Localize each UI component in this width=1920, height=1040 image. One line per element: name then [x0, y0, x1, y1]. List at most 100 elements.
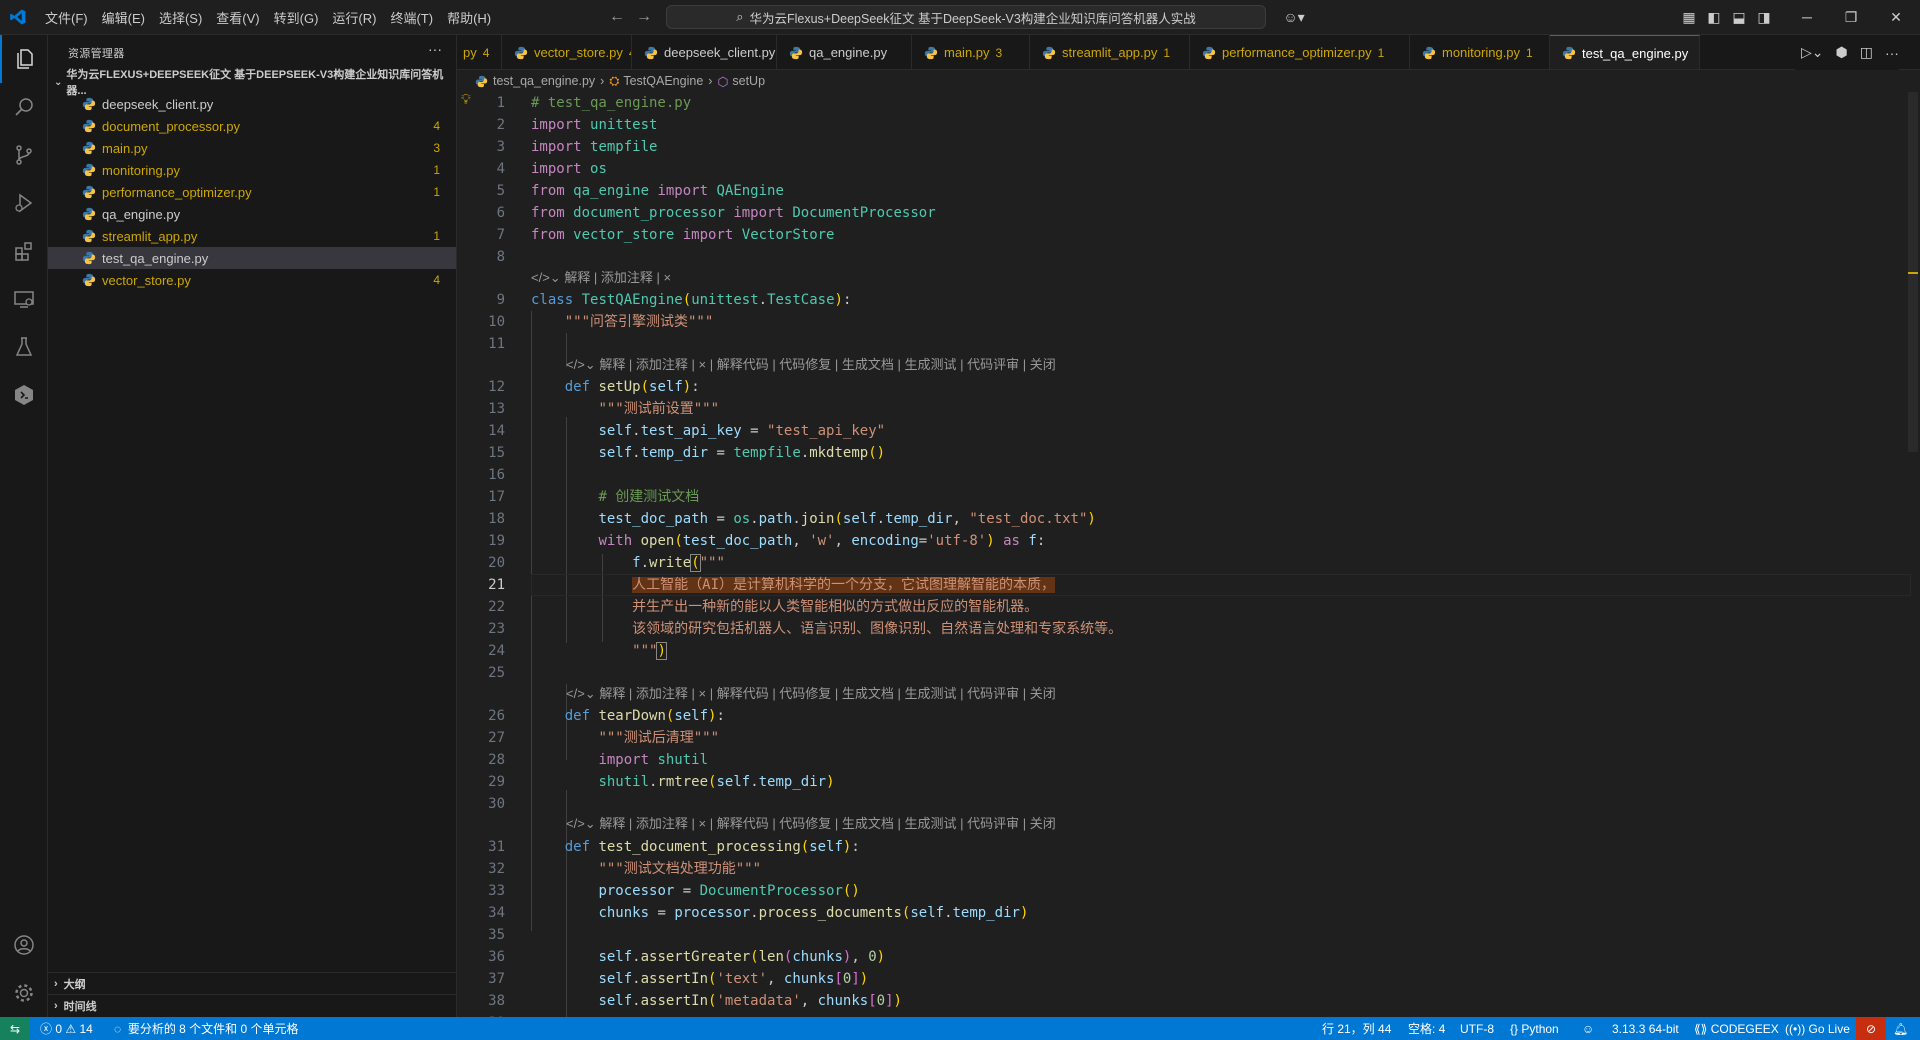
codelens-toggle-icon[interactable]: </>⌄: [566, 816, 599, 831]
tab-py[interactable]: py 4: [457, 35, 502, 69]
code-line[interactable]: 5 from qa_engine import QAEngine: [457, 180, 1897, 202]
breadcrumb-file[interactable]: test_qa_engine.py: [493, 74, 595, 88]
breadcrumb-class[interactable]: TestQAEngine: [623, 74, 703, 88]
code-line[interactable]: 29 shutil.rmtree(self.temp_dir): [457, 771, 1897, 793]
remote-explorer-icon[interactable]: [0, 275, 48, 323]
workspace-folder[interactable]: ⌄ 华为云FLEXUS+DEEPSEEK征文 基于DEEPSEEK-V3构建企业…: [48, 69, 457, 97]
file-item[interactable]: performance_optimizer.py 1: [48, 181, 456, 203]
codelens-toggle-icon[interactable]: </>⌄: [531, 270, 564, 285]
codelens-actions[interactable]: 解释 | 添加注释 | ×: [564, 270, 671, 285]
code-line[interactable]: 35: [457, 924, 1897, 946]
codegeex-codelens[interactable]: </>⌄ 解释 | 添加注释 | ×: [531, 268, 671, 288]
cursor-position[interactable]: 行 21，列 44: [1322, 1017, 1391, 1040]
code-line[interactable]: 4 import os: [457, 158, 1897, 180]
code-line[interactable]: 19 with open(test_doc_path, 'w', encodin…: [457, 530, 1897, 552]
codegeex-codelens[interactable]: </>⌄ 解释 | 添加注释 | × | 解释代码 | 代码修复 | 生成文档 …: [566, 684, 1056, 704]
close-window-icon[interactable]: ✕: [1887, 8, 1905, 26]
settings-gear-icon[interactable]: [0, 969, 48, 1017]
menu-selection[interactable]: 选择(S): [152, 8, 209, 27]
file-item[interactable]: test_qa_engine.py: [48, 247, 456, 269]
toggle-panel-icon[interactable]: ⬓: [1730, 8, 1748, 26]
tab-qa-engine-py[interactable]: qa_engine.py: [777, 35, 912, 69]
testing-icon[interactable]: [0, 323, 48, 371]
tab-streamlit-app-py[interactable]: streamlit_app.py 1: [1030, 35, 1190, 69]
code-line[interactable]: 8: [457, 246, 1897, 268]
editor-more-icon[interactable]: ···: [1885, 45, 1899, 61]
code-line[interactable]: 36 self.assertGreater(len(chunks), 0): [457, 946, 1897, 968]
menu-edit[interactable]: 编辑(E): [95, 8, 152, 27]
code-line[interactable]: 12 def setUp(self):: [457, 376, 1897, 398]
minimize-icon[interactable]: ─: [1798, 8, 1816, 26]
more-actions-icon[interactable]: ···: [428, 41, 442, 57]
menu-help[interactable]: 帮助(H): [440, 8, 498, 27]
encoding-status[interactable]: UTF-8: [1460, 1017, 1494, 1040]
copilot-icon[interactable]: ☺▾: [1280, 8, 1308, 26]
toggle-secondary-sidebar-icon[interactable]: ◨: [1755, 8, 1773, 26]
restore-icon[interactable]: ❐: [1842, 8, 1860, 26]
code-line[interactable]: 1 # test_qa_engine.py: [457, 92, 1897, 114]
code-line[interactable]: 18 test_doc_path = os.path.join(self.tem…: [457, 508, 1897, 530]
indentation-status[interactable]: 空格: 4: [1408, 1017, 1445, 1040]
code-line[interactable]: 23 该领域的研究包括机器人、语言识别、图像识别、自然语言处理和专家系统等。: [457, 618, 1897, 640]
codelens-toggle-icon[interactable]: </>⌄: [566, 357, 599, 372]
code-line[interactable]: 28 import shutil: [457, 749, 1897, 771]
command-center[interactable]: ⌕ 华为云Flexus+DeepSeek征文 基于DeepSeek-V3构建企业…: [666, 5, 1266, 29]
account-icon[interactable]: [0, 921, 48, 969]
codelens-actions[interactable]: 解释 | 添加注释 | × | 解释代码 | 代码修复 | 生成文档 | 生成测…: [599, 816, 1055, 831]
code-line[interactable]: 24 """): [457, 640, 1897, 662]
split-editor-icon[interactable]: ◫: [1860, 44, 1873, 61]
code-line[interactable]: 38 self.assertIn('metadata', chunks[0]): [457, 990, 1897, 1012]
explorer-icon[interactable]: [0, 35, 48, 83]
outline-section[interactable]: › 大纲: [48, 972, 456, 994]
run-file-icon[interactable]: ▷⌄: [1801, 44, 1824, 61]
file-item[interactable]: qa_engine.py: [48, 203, 456, 225]
notification-error-icon[interactable]: ⊘: [1856, 1017, 1886, 1040]
codegeex-codelens[interactable]: </>⌄ 解释 | 添加注释 | × | 解释代码 | 代码修复 | 生成文档 …: [566, 355, 1056, 375]
file-item[interactable]: deepseek_client.py: [48, 93, 456, 115]
forward-arrow-icon[interactable]: →: [636, 8, 652, 26]
breadcrumb-method[interactable]: setUp: [732, 74, 765, 88]
code-line[interactable]: 10 """问答引擎测试类""": [457, 311, 1897, 333]
file-item[interactable]: monitoring.py 1: [48, 159, 456, 181]
tab-vector-store-py[interactable]: vector_store.py4: [502, 35, 632, 69]
menu-file[interactable]: 文件(F): [38, 8, 95, 27]
menu-run[interactable]: 运行(R): [325, 8, 383, 27]
remote-indicator-icon[interactable]: ⇆: [0, 1017, 30, 1040]
file-item[interactable]: streamlit_app.py 1: [48, 225, 456, 247]
search-view-icon[interactable]: [0, 83, 48, 131]
bell-icon[interactable]: 🔔︎: [1893, 1017, 1908, 1040]
code-line[interactable]: 31 def test_document_processing(self):: [457, 836, 1897, 858]
code-line[interactable]: 7 from vector_store import VectorStore: [457, 224, 1897, 246]
tab-performance-optimizer-py[interactable]: performance_optimizer.py 1: [1190, 35, 1410, 69]
code-line[interactable]: 20 f.write(""": [457, 552, 1897, 574]
code-line[interactable]: 14 self.test_api_key = "test_api_key": [457, 420, 1897, 442]
code-line[interactable]: 26 def tearDown(self):: [457, 705, 1897, 727]
menu-view[interactable]: 查看(V): [209, 8, 266, 27]
code-line[interactable]: 16: [457, 464, 1897, 486]
editor-scrollbar[interactable]: [1906, 92, 1920, 1017]
code-line[interactable]: 34 chunks = processor.process_documents(…: [457, 902, 1897, 924]
file-item[interactable]: main.py 3: [48, 137, 456, 159]
codegeex-icon[interactable]: [0, 371, 48, 419]
code-line[interactable]: 11: [457, 333, 1897, 355]
code-line[interactable]: 17 # 创建测试文档: [457, 486, 1897, 508]
code-line[interactable]: 6 from document_processor import Document…: [457, 202, 1897, 224]
codegeex-codelens[interactable]: </>⌄ 解释 | 添加注释 | × | 解释代码 | 代码修复 | 生成文档 …: [566, 814, 1056, 834]
problems-indicator[interactable]: ⓧ 0 ⚠ 14: [40, 1017, 93, 1040]
code-line[interactable]: 22 并生产出一种新的能以人类智能相似的方式做出反应的智能机器。: [457, 596, 1897, 618]
codelens-actions[interactable]: 解释 | 添加注释 | × | 解释代码 | 代码修复 | 生成文档 | 生成测…: [599, 357, 1055, 372]
source-control-icon[interactable]: [0, 131, 48, 179]
codegeex-status[interactable]: ⟪⟫ CODEGEEX: [1694, 1017, 1779, 1040]
python-interpreter[interactable]: 3.13.3 64-bit: [1612, 1017, 1679, 1040]
code-editor[interactable]: 💡︎ 1 # test_qa_engine.py 2 import unittest 3…: [457, 92, 1920, 1017]
code-line[interactable]: 37 self.assertIn('text', chunks[0]): [457, 968, 1897, 990]
code-line[interactable]: 15 self.temp_dir = tempfile.mkdtemp(): [457, 442, 1897, 464]
language-mode[interactable]: {} Python: [1510, 1017, 1559, 1040]
code-line[interactable]: 3 import tempfile: [457, 136, 1897, 158]
code-line[interactable]: 2 import unittest: [457, 114, 1897, 136]
menu-go[interactable]: 转到(G): [267, 8, 326, 27]
codelens-actions[interactable]: 解释 | 添加注释 | × | 解释代码 | 代码修复 | 生成文档 | 生成测…: [599, 686, 1055, 701]
tab-deepseek-client-py[interactable]: deepseek_client.py: [632, 35, 777, 69]
go-live-button[interactable]: ((•)) Go Live: [1785, 1017, 1850, 1040]
codelens-toggle-icon[interactable]: </>⌄: [566, 686, 599, 701]
